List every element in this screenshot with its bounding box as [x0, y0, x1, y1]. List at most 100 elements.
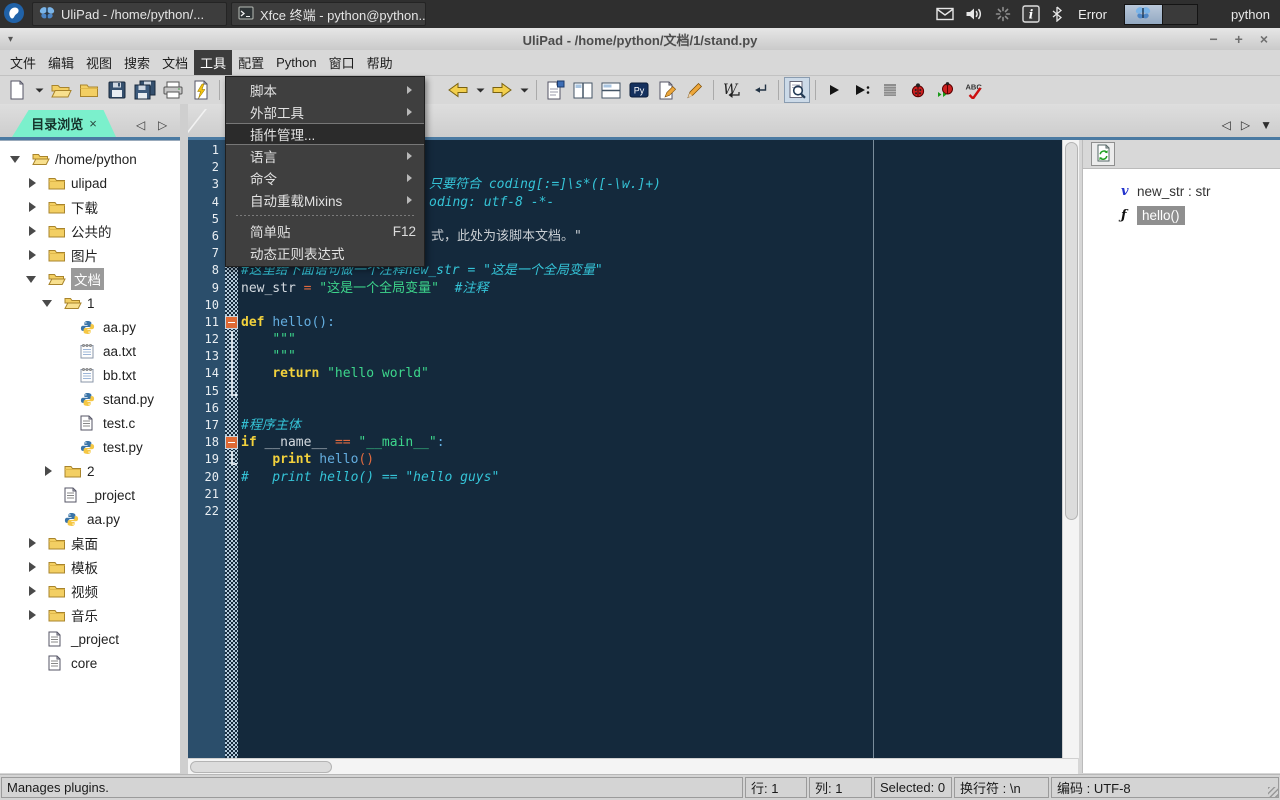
applications-menu-button[interactable] — [0, 0, 28, 28]
tools-menu-item-3[interactable]: 语言 — [226, 145, 424, 167]
menubar-item-9[interactable]: 帮助 — [361, 50, 399, 75]
open-directory-button[interactable] — [76, 77, 102, 103]
collapsed-arrow-icon[interactable] — [26, 202, 48, 212]
word-wrap-button[interactable]: W — [719, 77, 745, 103]
save-button[interactable] — [104, 77, 130, 103]
code-line[interactable]: 14 return "hello world" — [188, 365, 1062, 382]
tree-item[interactable]: 2 — [0, 459, 180, 483]
code-line[interactable]: 22 — [188, 503, 1062, 520]
workspace-2[interactable] — [1162, 5, 1197, 24]
print-button[interactable] — [160, 77, 186, 103]
collapsed-arrow-icon[interactable] — [26, 538, 48, 548]
collapsed-arrow-icon[interactable] — [26, 178, 48, 188]
new-file-dropdown[interactable] — [32, 77, 46, 103]
code-line[interactable]: 9new_str = "这是一个全局变量" #注释 — [188, 280, 1062, 297]
reload-document-button[interactable] — [188, 77, 214, 103]
run-with-args-button[interactable] — [849, 77, 875, 103]
tree-item[interactable]: core — [0, 651, 180, 675]
tools-menu-item-0[interactable]: 脚本 — [226, 79, 424, 101]
scrollbar-thumb[interactable] — [1065, 142, 1078, 520]
code-line[interactable]: 12 """ — [188, 331, 1062, 348]
tools-menu-item-8[interactable]: 动态正则表达式 — [226, 242, 424, 264]
outline-item[interactable]: ƒhello() — [1083, 203, 1280, 227]
refresh-outline-button[interactable] — [1091, 142, 1115, 166]
workspace-switcher[interactable] — [1124, 4, 1198, 25]
tree-item[interactable]: ulipad — [0, 171, 180, 195]
fold-collapse-icon[interactable] — [226, 317, 237, 328]
code-line[interactable]: 19 print hello() — [188, 451, 1062, 468]
split-vertical-button[interactable] — [570, 77, 596, 103]
document-properties-button[interactable] — [542, 77, 568, 103]
tabs-scroll-right-icon[interactable]: ▷ — [158, 118, 167, 132]
code-line[interactable]: 11def hello(): — [188, 314, 1062, 331]
expanded-arrow-icon[interactable] — [42, 294, 64, 312]
menubar-item-3[interactable]: 搜索 — [118, 50, 156, 75]
editor-tabs-scroll-right-icon[interactable]: ▷ — [1241, 118, 1250, 132]
collapsed-arrow-icon[interactable] — [26, 226, 48, 236]
taskbar-window-ulipad[interactable]: UliPad - /home/python/... — [32, 2, 227, 26]
tree-item[interactable]: test.c — [0, 411, 180, 435]
find-button[interactable] — [784, 77, 810, 103]
tree-item[interactable]: test.py — [0, 435, 180, 459]
outline-item[interactable]: vnew_str : str — [1083, 179, 1280, 203]
close-button[interactable]: × — [1260, 32, 1268, 46]
expanded-arrow-icon[interactable] — [26, 270, 48, 288]
python-shell-button[interactable]: Py — [626, 77, 652, 103]
tools-menu-item-1[interactable]: 外部工具 — [226, 101, 424, 123]
open-file-button[interactable] — [48, 77, 74, 103]
info-icon[interactable]: i — [1022, 5, 1040, 23]
code-line[interactable]: 20# print hello() == "hello guys" — [188, 469, 1062, 486]
debug-continue-button[interactable] — [933, 77, 959, 103]
close-tab-icon[interactable]: × — [89, 116, 97, 131]
tree-item[interactable]: 音乐 — [0, 603, 180, 627]
stop-button[interactable] — [877, 77, 903, 103]
tools-menu-item-4[interactable]: 命令 — [226, 167, 424, 189]
tree-item[interactable]: _project — [0, 483, 180, 507]
spell-check-button[interactable]: ABC — [961, 77, 987, 103]
panel-splitter[interactable] — [180, 104, 188, 775]
tools-menu-item-5[interactable]: 自动重载Mixins — [226, 189, 424, 211]
menubar-item-1[interactable]: 编辑 — [42, 50, 80, 75]
back-button[interactable] — [445, 77, 471, 103]
tree-item[interactable]: _project — [0, 627, 180, 651]
code-line[interactable]: 21 — [188, 486, 1062, 503]
fold-collapse-icon[interactable] — [226, 437, 237, 448]
taskbar-window-terminal[interactable]: Xfce 终端 - python@python... — [231, 2, 426, 26]
menubar-item-0[interactable]: 文件 — [4, 50, 42, 75]
split-horizontal-button[interactable] — [598, 77, 624, 103]
tree-item[interactable]: 文档 — [0, 267, 180, 291]
editor-horizontal-scrollbar[interactable] — [188, 758, 1078, 774]
volume-icon[interactable] — [965, 6, 984, 22]
collapsed-arrow-icon[interactable] — [26, 610, 48, 620]
tree-item[interactable]: aa.py — [0, 507, 180, 531]
code-line[interactable]: 16 — [188, 400, 1062, 417]
menubar-item-5[interactable]: 工具 — [194, 50, 232, 75]
edit-button[interactable] — [682, 77, 708, 103]
tree-item[interactable]: aa.txt — [0, 339, 180, 363]
tab-directory-browser[interactable]: 目录浏览× — [12, 110, 116, 137]
editor-tabs-scroll-left-icon[interactable]: ◁ — [1222, 118, 1231, 132]
back-dropdown[interactable] — [473, 77, 487, 103]
save-all-button[interactable] — [132, 77, 158, 103]
window-titlebar[interactable]: ▾ UliPad - /home/python/文档/1/stand.py − … — [0, 28, 1280, 50]
tools-menu-item-2[interactable]: 插件管理... — [226, 123, 424, 145]
tree-item[interactable]: /home/python — [0, 147, 180, 171]
tree-item[interactable]: 视频 — [0, 579, 180, 603]
tree-item[interactable]: 图片 — [0, 243, 180, 267]
tree-item[interactable]: 公共的 — [0, 219, 180, 243]
editor-tabs-list-icon[interactable]: ▼ — [1260, 118, 1272, 132]
tools-menu-item-7[interactable]: 简单贴F12 — [226, 220, 424, 242]
scrollbar-thumb[interactable] — [190, 761, 332, 773]
code-line[interactable]: 18if __name__ == "__main__": — [188, 434, 1062, 451]
menubar-item-6[interactable]: 配置 — [232, 50, 270, 75]
mail-icon[interactable] — [936, 7, 954, 21]
tree-item[interactable]: 模板 — [0, 555, 180, 579]
code-line[interactable]: 13 """ — [188, 348, 1062, 365]
tree-item[interactable]: stand.py — [0, 387, 180, 411]
forward-button[interactable] — [489, 77, 515, 103]
tree-item[interactable]: bb.txt — [0, 363, 180, 387]
tree-item[interactable]: 下载 — [0, 195, 180, 219]
code-line[interactable]: 15 — [188, 383, 1062, 400]
tree-item[interactable]: aa.py — [0, 315, 180, 339]
bluetooth-icon[interactable] — [1051, 6, 1063, 22]
